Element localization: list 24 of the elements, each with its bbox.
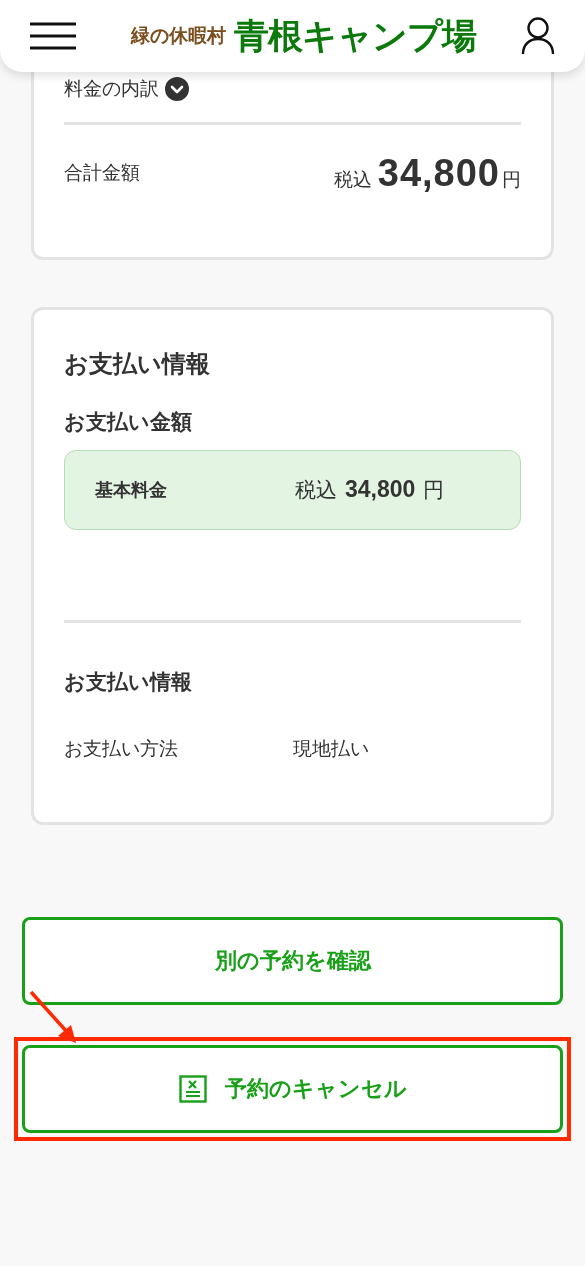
menu-button[interactable] — [30, 22, 76, 50]
cancel-button[interactable]: 予約のキャンセル — [22, 1045, 563, 1133]
account-button[interactable] — [521, 17, 555, 55]
brand-title: 青根キャンプ場 — [234, 14, 476, 57]
brand-subtitle: 緑の休暇村 — [131, 24, 226, 48]
breakdown-toggle[interactable]: 料金の内訳 — [64, 76, 189, 102]
chevron-icon — [165, 77, 189, 101]
tax-label: 税込 — [333, 167, 372, 192]
total-label: 合計金額 — [64, 161, 140, 185]
confirm-button[interactable]: 別の予約を確認 — [22, 917, 563, 1005]
section-title: お支払い情報 — [64, 350, 211, 379]
info-value: 現地払い — [293, 737, 369, 762]
info-label: お支払い方法 — [64, 737, 179, 762]
cancel-document-icon — [178, 1075, 207, 1103]
tax-label: 税込 — [295, 477, 337, 503]
currency-label: 円 — [423, 477, 445, 503]
user-icon — [521, 17, 555, 55]
currency-label: 円 — [502, 167, 521, 192]
menu-icon — [30, 22, 76, 50]
section-heading: お支払い情報 — [64, 669, 193, 695]
fee-label: 基本料金 — [95, 479, 168, 502]
section-heading: お支払い金額 — [64, 408, 193, 434]
fee-amount: 34,800 — [345, 476, 416, 503]
total-amount: 34,800 — [377, 151, 500, 195]
